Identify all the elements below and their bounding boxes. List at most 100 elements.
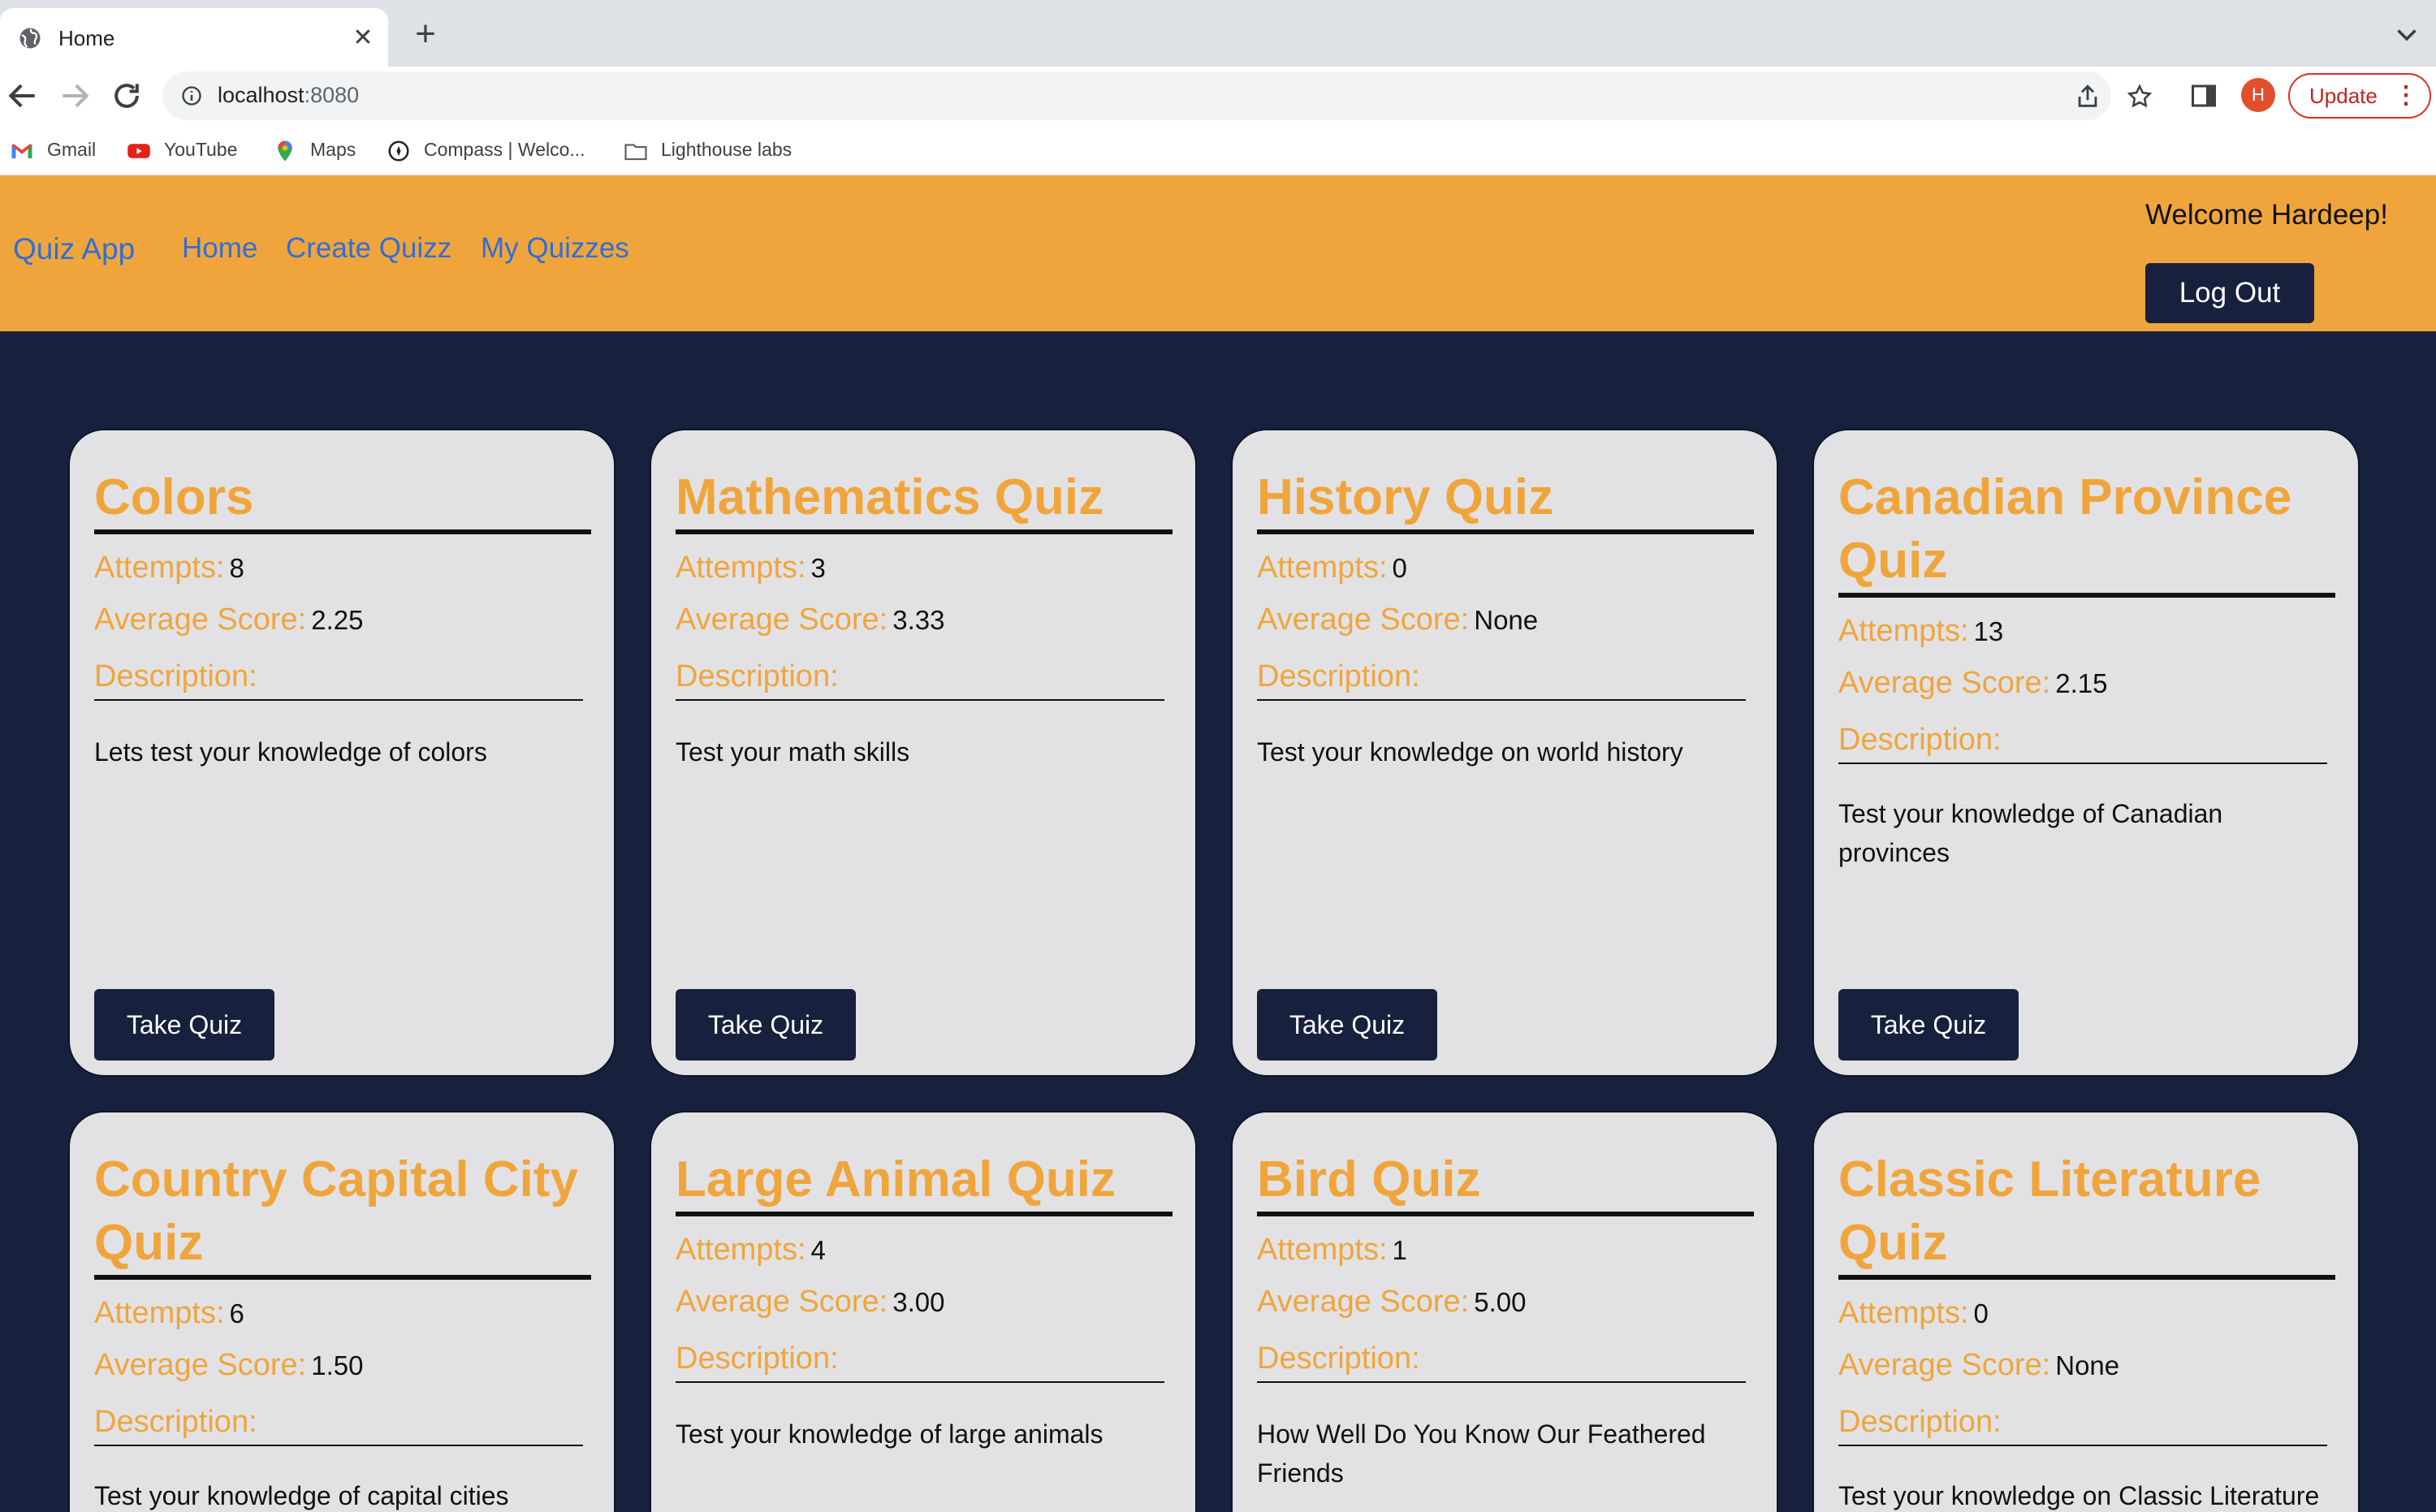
average-score-row: Average Score: 3.33 bbox=[676, 603, 945, 637]
average-score-row: Average Score: 3.00 bbox=[676, 1285, 945, 1319]
bookmarks-bar: Gmail YouTube Maps Compass | Welco... Li… bbox=[0, 125, 2436, 175]
description-label: Description: bbox=[94, 659, 583, 701]
bookmark-maps[interactable]: Maps bbox=[273, 135, 356, 164]
nav-create-quiz[interactable]: Create Quizz bbox=[286, 232, 451, 265]
quiz-title: Bird Quiz bbox=[1257, 1148, 1754, 1216]
average-score-row: Average Score: 2.15 bbox=[1838, 666, 2108, 700]
browser-toolbar: localhost:8080 H Update ⋮ bbox=[0, 67, 2436, 125]
forward-arrow-icon[interactable] bbox=[57, 78, 93, 114]
average-score-value: 1.50 bbox=[311, 1350, 364, 1380]
folder-icon bbox=[624, 144, 647, 161]
average-score-row: Average Score: None bbox=[1257, 603, 1539, 637]
share-icon[interactable] bbox=[2074, 83, 2101, 110]
compass-icon bbox=[388, 140, 409, 162]
reload-icon[interactable] bbox=[109, 78, 145, 114]
attempts-row: Attempts: 3 bbox=[676, 551, 826, 585]
take-quiz-button[interactable]: Take Quiz bbox=[676, 989, 856, 1061]
gmail-icon bbox=[11, 144, 32, 158]
average-score-value: 2.15 bbox=[2055, 668, 2108, 698]
quiz-title: Mathematics Quiz bbox=[676, 466, 1173, 534]
chevron-down-icon[interactable] bbox=[2392, 19, 2421, 49]
close-tab-icon[interactable]: ✕ bbox=[349, 24, 377, 52]
bookmark-gmail[interactable]: Gmail bbox=[10, 135, 96, 164]
attempts-value: 0 bbox=[1392, 553, 1407, 583]
tab-title: Home bbox=[58, 26, 115, 50]
address-bar[interactable]: localhost:8080 bbox=[162, 71, 2153, 120]
attempts-value: 6 bbox=[229, 1298, 244, 1328]
description-label: Description: bbox=[1257, 1341, 1746, 1383]
bookmark-compass[interactable]: Compass | Welco... bbox=[387, 135, 585, 164]
globe-icon bbox=[19, 28, 41, 49]
average-score-value: 5.00 bbox=[1474, 1287, 1527, 1317]
quiz-title: Colors bbox=[94, 466, 591, 534]
quiz-description: Test your math skills bbox=[676, 737, 910, 767]
side-panel-icon[interactable] bbox=[2189, 81, 2218, 110]
more-menu-icon: ⋮ bbox=[2394, 82, 2418, 109]
attempts-value: 3 bbox=[810, 553, 826, 583]
brand-link[interactable]: Quiz App bbox=[13, 232, 135, 266]
average-score-value: None bbox=[2055, 1350, 2120, 1380]
average-score-value: 2.25 bbox=[311, 605, 364, 635]
browser-tab[interactable]: Home ✕ bbox=[0, 8, 388, 67]
attempts-value: 1 bbox=[1392, 1235, 1407, 1265]
info-icon[interactable] bbox=[180, 84, 203, 107]
quiz-title: History Quiz bbox=[1257, 466, 1754, 534]
description-label: Description: bbox=[94, 1405, 583, 1446]
back-arrow-icon[interactable] bbox=[5, 78, 41, 114]
bookmark-star-icon[interactable] bbox=[2126, 83, 2153, 110]
nav-my-quizzes[interactable]: My Quizzes bbox=[481, 232, 629, 265]
attempts-value: 13 bbox=[1973, 616, 2004, 646]
description-label: Description: bbox=[1257, 659, 1746, 701]
average-score-value: None bbox=[1474, 605, 1539, 635]
quiz-card: Canadian Province Quiz Attempts: 13 Avera… bbox=[1812, 429, 2360, 1077]
quiz-description: Test your knowledge of large animals bbox=[676, 1419, 1104, 1449]
take-quiz-button[interactable]: Take Quiz bbox=[1257, 989, 1437, 1061]
nav-home[interactable]: Home bbox=[182, 232, 257, 265]
attempts-row: Attempts: 6 bbox=[94, 1296, 244, 1330]
quiz-title: Large Animal Quiz bbox=[676, 1148, 1173, 1216]
attempts-value: 8 bbox=[229, 553, 244, 583]
attempts-row: Attempts: 1 bbox=[1257, 1233, 1407, 1267]
take-quiz-button[interactable]: Take Quiz bbox=[94, 989, 274, 1061]
new-tab-icon[interactable]: + bbox=[408, 16, 443, 54]
bookmark-lighthouse-labs[interactable]: Lighthouse labs bbox=[624, 135, 792, 164]
quiz-card: Large Animal Quiz Attempts: 4 Average Sco… bbox=[650, 1111, 1197, 1512]
description-label: Description: bbox=[1838, 1405, 2327, 1446]
average-score-row: Average Score: 5.00 bbox=[1257, 1285, 1527, 1319]
quiz-title: Country Capital City Quiz bbox=[94, 1148, 591, 1280]
quiz-description: Test your knowledge of Canadian province… bbox=[1838, 799, 2223, 867]
attempts-value: 4 bbox=[810, 1235, 826, 1265]
quiz-description: How Well Do You Know Our Feathered Frien… bbox=[1257, 1419, 1706, 1488]
average-score-row: Average Score: None bbox=[1838, 1348, 2120, 1382]
browser-tab-strip: Home ✕ + bbox=[0, 0, 2436, 67]
attempts-value: 0 bbox=[1973, 1298, 1989, 1328]
quiz-card: Country Capital City Quiz Attempts: 6 Ave… bbox=[68, 1111, 615, 1512]
description-label: Description: bbox=[1838, 723, 2327, 764]
quiz-title: Classic Literature Quiz bbox=[1838, 1148, 2335, 1280]
quiz-card: Bird Quiz Attempts: 1 Average Score: 5.00 … bbox=[1231, 1111, 1778, 1512]
youtube-icon bbox=[127, 144, 150, 158]
profile-avatar[interactable]: H bbox=[2241, 78, 2275, 112]
average-score-value: 3.33 bbox=[892, 605, 945, 635]
url-text[interactable]: localhost:8080 bbox=[218, 83, 359, 108]
take-quiz-button[interactable]: Take Quiz bbox=[1838, 989, 2019, 1061]
average-score-row: Average Score: 1.50 bbox=[94, 1348, 364, 1382]
average-score-value: 3.00 bbox=[892, 1287, 945, 1317]
attempts-row: Attempts: 13 bbox=[1838, 614, 2004, 648]
update-label: Update bbox=[2309, 84, 2378, 108]
attempts-row: Attempts: 0 bbox=[1257, 551, 1407, 585]
quiz-title: Canadian Province Quiz bbox=[1838, 466, 2335, 598]
quiz-card: Mathematics Quiz Attempts: 3 Average Scor… bbox=[650, 429, 1197, 1077]
bookmark-youtube[interactable]: YouTube bbox=[127, 135, 237, 164]
logout-button[interactable]: Log Out bbox=[2145, 263, 2314, 323]
maps-icon bbox=[278, 140, 292, 162]
quiz-card: History Quiz Attempts: 0 Average Score: No… bbox=[1231, 429, 1778, 1077]
average-score-row: Average Score: 2.25 bbox=[94, 603, 364, 637]
quiz-card: Colors Attempts: 8 Average Score: 2.25 Des… bbox=[68, 429, 615, 1077]
quiz-card: Classic Literature Quiz Attempts: 0 Avera… bbox=[1812, 1111, 2360, 1512]
welcome-message: Welcome Hardeep! bbox=[2145, 199, 2388, 231]
description-label: Description: bbox=[676, 1341, 1164, 1383]
attempts-row: Attempts: 8 bbox=[94, 551, 244, 585]
attempts-row: Attempts: 0 bbox=[1838, 1296, 1989, 1330]
update-button[interactable]: Update ⋮ bbox=[2288, 73, 2431, 119]
